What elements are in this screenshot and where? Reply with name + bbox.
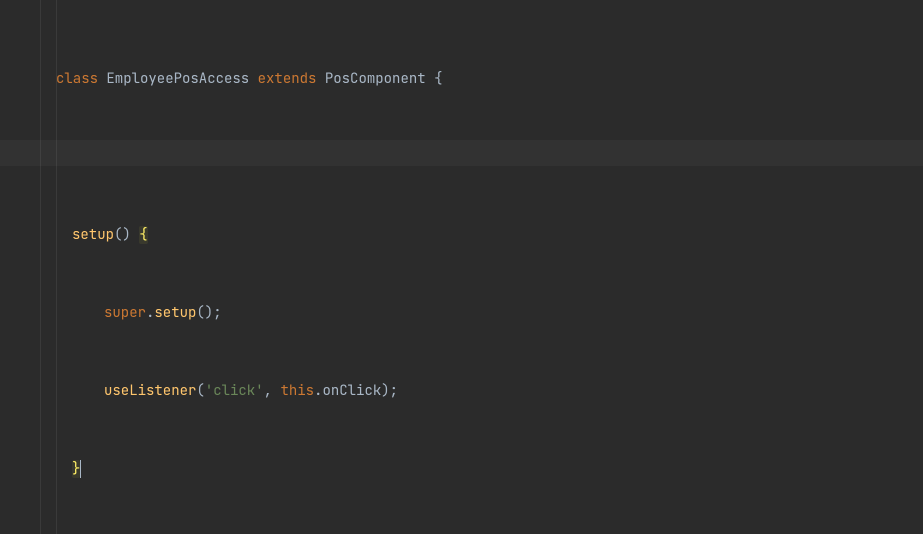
- brace: {: [434, 70, 442, 88]
- identifier: onClick: [322, 382, 381, 400]
- punct: );: [381, 382, 398, 400]
- identifier: EmployeePosAccess: [106, 70, 249, 88]
- punct: ();: [196, 304, 221, 322]
- text-cursor: [80, 460, 81, 478]
- function-name: setup: [154, 304, 196, 322]
- string: 'click': [205, 382, 264, 400]
- identifier: PosComponent: [325, 70, 426, 88]
- keyword: this: [280, 382, 314, 400]
- function-name: setup: [72, 226, 114, 244]
- code-line[interactable]: [0, 144, 923, 170]
- keyword: extends: [258, 70, 317, 88]
- punct: (: [196, 382, 204, 400]
- punct: ,: [264, 382, 281, 400]
- matched-brace: }: [72, 460, 80, 478]
- keyword: class: [56, 70, 98, 88]
- punct: (): [114, 226, 131, 244]
- code-line[interactable]: setup() {: [0, 222, 923, 248]
- code-block[interactable]: class EmployeePosAccess extends PosCompo…: [0, 0, 923, 534]
- code-line[interactable]: }: [0, 456, 923, 482]
- code-line[interactable]: super.setup();: [0, 300, 923, 326]
- code-line[interactable]: useListener('click', this.onClick);: [0, 378, 923, 404]
- keyword: super: [104, 304, 146, 322]
- code-line[interactable]: class EmployeePosAccess extends PosCompo…: [0, 66, 923, 92]
- code-editor[interactable]: class EmployeePosAccess extends PosCompo…: [0, 0, 923, 534]
- matched-brace: {: [139, 226, 147, 244]
- function-name: useListener: [104, 382, 196, 400]
